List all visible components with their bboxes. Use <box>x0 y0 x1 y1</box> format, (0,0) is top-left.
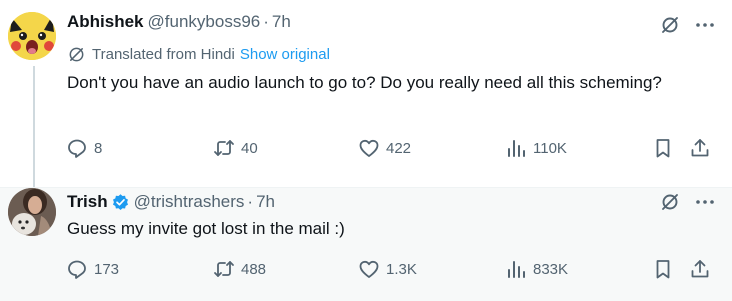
views-icon <box>508 140 525 157</box>
separator-dot: · <box>263 12 269 31</box>
reply-icon <box>68 260 86 279</box>
grok-icon <box>662 194 678 210</box>
more-icon <box>696 23 714 27</box>
grok-button[interactable] <box>660 15 680 35</box>
grok-icon <box>662 17 678 33</box>
like-count: 1.3K <box>386 260 417 278</box>
bookmark-button[interactable] <box>652 256 674 282</box>
reply-button[interactable]: 173 <box>66 256 119 282</box>
like-button[interactable]: 1.3K <box>358 256 417 282</box>
reply-button[interactable]: 8 <box>66 135 102 161</box>
display-name[interactable]: Abhishek <box>67 12 144 32</box>
avatar[interactable] <box>8 12 56 60</box>
timestamp[interactable]: 7h <box>272 12 291 32</box>
retweet-button[interactable]: 488 <box>213 256 266 282</box>
translation-notice: Translated from Hindi Show original <box>67 43 330 65</box>
view-count: 110K <box>533 139 567 157</box>
like-count: 422 <box>386 139 412 157</box>
timestamp[interactable]: 7h <box>256 192 275 212</box>
separator-dot: · <box>247 192 254 211</box>
bookmark-icon <box>656 260 670 279</box>
translate-icon <box>69 47 84 61</box>
share-button[interactable] <box>689 135 711 161</box>
tweet-text: Don't you have an audio launch to go to?… <box>67 73 662 92</box>
tweet-header: Abhishek @funkyboss96 · 7h <box>67 11 291 33</box>
reply-count: 8 <box>94 139 103 157</box>
retweet-icon <box>214 140 234 156</box>
like-button[interactable]: 422 <box>358 135 411 161</box>
more-options-button[interactable] <box>694 192 716 212</box>
photo-avatar-icon <box>8 188 56 236</box>
views-button[interactable]: 110K <box>505 135 567 161</box>
tweet-actions: 8 40 422 110K <box>62 135 722 161</box>
show-original-link[interactable]: Show original <box>240 46 330 63</box>
views-icon <box>508 261 525 278</box>
display-name[interactable]: Trish <box>67 192 108 212</box>
share-icon <box>691 260 709 278</box>
more-icon <box>696 200 714 204</box>
views-button[interactable]: 833K <box>505 256 568 282</box>
thread-connector-line <box>33 66 35 188</box>
verified-badge-icon <box>112 193 128 210</box>
tweet-actions: 173 488 1.3K 833K <box>62 256 722 282</box>
more-options-button[interactable] <box>694 15 716 35</box>
like-icon <box>359 139 379 157</box>
tweet[interactable]: Abhishek @funkyboss96 · 7h Translated fr… <box>0 0 732 188</box>
bookmark-icon <box>656 139 670 158</box>
view-count: 833K <box>533 260 569 278</box>
pikachu-avatar-icon <box>8 12 56 60</box>
user-handle[interactable]: @trishtrashers <box>134 192 245 212</box>
avatar[interactable] <box>8 188 56 236</box>
reply-count: 173 <box>94 260 120 278</box>
retweet-count: 488 <box>241 260 267 278</box>
bookmark-button[interactable] <box>652 135 674 161</box>
retweet-button[interactable]: 40 <box>213 135 258 161</box>
translated-label: Translated from Hindi <box>92 45 235 63</box>
reply-icon <box>68 139 86 158</box>
tweet-text: Guess my invite got lost in the mail :) <box>67 219 345 238</box>
tweet-header: Trish @trishtrashers · 7h <box>67 191 275 213</box>
user-handle[interactable]: @funkyboss96 <box>148 12 261 32</box>
share-icon <box>691 139 709 157</box>
share-button[interactable] <box>689 256 711 282</box>
retweet-count: 40 <box>241 139 258 157</box>
like-icon <box>359 260 379 278</box>
grok-button[interactable] <box>660 192 680 212</box>
retweet-icon <box>214 261 234 277</box>
